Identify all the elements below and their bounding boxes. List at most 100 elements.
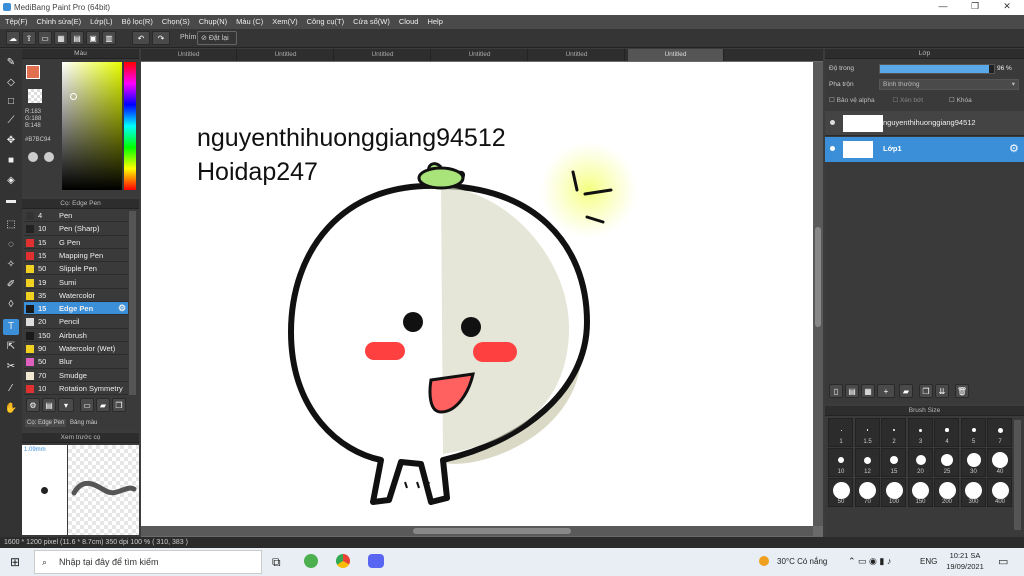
palette-add-icon[interactable] xyxy=(44,152,54,162)
clock-date[interactable]: 19/09/2021 xyxy=(944,562,986,571)
windows-start-icon[interactable]: ⊞ xyxy=(10,555,20,569)
brush-folder-icon[interactable]: ▰ xyxy=(96,398,110,412)
brush-add-menu-icon[interactable]: ▾ xyxy=(58,398,74,412)
hue-slider[interactable] xyxy=(124,62,136,190)
brush-item[interactable]: 70 Smudge xyxy=(24,369,128,382)
brush-size-scrollbar[interactable] xyxy=(1014,420,1021,530)
menu-cloud[interactable]: Cloud xyxy=(394,15,423,26)
brush-size-cell[interactable]: 1 xyxy=(828,418,853,447)
tab-document[interactable]: Untitled xyxy=(335,49,431,61)
brush-item[interactable]: 19 Sumi xyxy=(24,276,128,289)
brush-size-cell[interactable]: 2 xyxy=(881,418,906,447)
brush-item[interactable]: 50 Slipple Pen xyxy=(24,262,128,276)
chrome-icon[interactable] xyxy=(336,554,350,568)
brush-size-cell[interactable]: 25 xyxy=(934,448,959,477)
brush-size-cell[interactable]: 3 xyxy=(907,418,933,447)
brush-size-cell[interactable]: 15 xyxy=(881,448,906,477)
menu-color[interactable]: Màu (C) xyxy=(231,15,267,26)
taskbar-search[interactable]: ⌕ Nhập tại đây để tìm kiếm xyxy=(34,550,262,574)
menu-file[interactable]: Tệp(F) xyxy=(0,15,32,26)
magic-wand-icon[interactable]: ✧ xyxy=(3,257,19,273)
menu-tools[interactable]: Công cụ(T) xyxy=(302,15,349,26)
canvas-horizontal-scrollbar[interactable] xyxy=(141,526,813,536)
brush-add-icon[interactable]: ▤ xyxy=(42,398,56,412)
brush-item[interactable]: 150 Airbrush xyxy=(24,329,128,342)
move-tool-icon[interactable]: ✥ xyxy=(3,133,19,149)
maximize-button[interactable]: ❐ xyxy=(960,1,990,14)
discord-icon[interactable] xyxy=(368,554,384,568)
brush-item[interactable]: 10 Rotation Symmetry xyxy=(24,382,128,395)
brush-item[interactable]: 20 Pencil xyxy=(24,315,128,329)
rect-tool-icon[interactable]: □ xyxy=(3,94,19,110)
eye-icon[interactable] xyxy=(830,146,835,151)
weather-sun-icon[interactable] xyxy=(759,556,769,566)
weather-text[interactable]: 30°C Có nắng xyxy=(777,557,827,566)
select-eraser-icon[interactable]: ◊ xyxy=(3,297,19,313)
brush-size-cell[interactable]: 7 xyxy=(987,418,1012,447)
brush-size-cell[interactable]: 20 xyxy=(907,448,933,477)
eyedropper-icon[interactable]: ⁄ xyxy=(3,381,19,397)
transparent-color[interactable] xyxy=(28,89,42,103)
tab-document[interactable]: Untitled xyxy=(141,49,237,61)
eraser-tool-icon[interactable]: ◇ xyxy=(3,75,19,91)
brush-size-cell[interactable]: 5 xyxy=(960,418,986,447)
minimize-button[interactable]: — xyxy=(928,1,958,14)
menu-layer[interactable]: Lớp(L) xyxy=(85,15,116,26)
menu-snap[interactable]: Chụp(N) xyxy=(194,15,231,26)
protect-alpha-checkbox[interactable]: ☐ xyxy=(829,97,837,104)
brush-item[interactable]: 15 Mapping Pen xyxy=(24,249,128,263)
gear-icon[interactable]: ⚙ xyxy=(1009,142,1019,155)
select-pen-icon[interactable]: ✐ xyxy=(3,277,19,293)
foreground-color[interactable] xyxy=(26,65,40,79)
layout-icon[interactable]: ▥ xyxy=(102,31,116,45)
hand-tool-icon[interactable]: ✋ xyxy=(3,401,19,417)
brush-size-cell[interactable]: 100 xyxy=(881,478,906,507)
merge-layer-icon[interactable]: ⇊ xyxy=(935,384,949,398)
vertical-scroll-thumb[interactable] xyxy=(815,227,821,327)
bucket-tool-icon[interactable]: ◈ xyxy=(3,173,19,189)
brush-item[interactable]: 10 Pen (Sharp) xyxy=(24,222,128,236)
brush-settings-icon[interactable]: ⚙ xyxy=(26,398,40,412)
brush-item-selected[interactable]: 15 Edge Pen ⚙ xyxy=(24,302,128,316)
frame-icon[interactable]: ▣ xyxy=(86,31,100,45)
select-tool-icon[interactable]: ⬚ xyxy=(3,217,19,233)
menu-window[interactable]: Cửa sổ(W) xyxy=(348,15,394,26)
trash-icon[interactable]: 🗑 xyxy=(955,384,969,398)
lasso-tool-icon[interactable]: ◌ xyxy=(3,237,19,253)
fill-rect-tool-icon[interactable]: ■ xyxy=(3,153,19,169)
tab-document[interactable]: Untitled xyxy=(432,49,528,61)
add-layer-menu-icon[interactable]: + xyxy=(877,384,895,398)
horizontal-scroll-thumb[interactable] xyxy=(413,528,571,534)
menu-help[interactable]: Help xyxy=(422,15,446,26)
brush-size-cell[interactable]: 150 xyxy=(907,478,933,507)
brush-export-icon[interactable]: ▭ xyxy=(80,398,94,412)
language-indicator[interactable]: ENG xyxy=(920,557,937,566)
brush-item[interactable]: 35 Watercolor xyxy=(24,289,128,303)
gradient-tool-icon[interactable]: ▬ xyxy=(3,193,19,209)
new-halftone-layer-icon[interactable]: ▤ xyxy=(845,384,859,398)
drawing-canvas[interactable]: nguyenthihuonggiang94512 Hoidap247 xyxy=(141,62,813,526)
lock-checkbox[interactable]: ☐ xyxy=(949,97,957,104)
clock-time[interactable]: 10:21 SA xyxy=(948,551,982,560)
tab-document-active[interactable]: Untitled xyxy=(628,49,724,61)
brush-size-cell[interactable]: 4 xyxy=(934,418,959,447)
brush-size-cell[interactable]: 10 xyxy=(828,448,853,477)
brush-size-cell[interactable]: 50 xyxy=(828,478,853,507)
brush-size-cell[interactable]: 1.5 xyxy=(854,418,880,447)
brush-size-cell[interactable]: 200 xyxy=(934,478,959,507)
brush-item[interactable]: 4 Pen xyxy=(24,209,128,223)
tab-document[interactable]: Untitled xyxy=(529,49,625,61)
new-8bit-layer-icon[interactable]: ▦ xyxy=(861,384,875,398)
tab-brush[interactable]: Cọ: Edge Pen xyxy=(25,419,67,427)
folder-icon[interactable]: ▰ xyxy=(899,384,913,398)
menu-view[interactable]: Xem(V) xyxy=(267,15,301,26)
layer-row[interactable]: nguyenthihuonggiang94512 xyxy=(825,111,1024,136)
brush-tool-icon[interactable]: ✎ xyxy=(3,55,19,71)
brush-item[interactable]: 15 G Pen xyxy=(24,236,128,249)
reset-button[interactable]: ⊘ Đặt lại xyxy=(197,31,237,45)
canvas-vertical-scrollbar[interactable] xyxy=(813,62,823,526)
save-icon[interactable]: ⇪ xyxy=(22,31,36,45)
brush-item[interactable]: 90 Watercolor (Wet) xyxy=(24,342,128,356)
brush-size-cell[interactable]: 40 xyxy=(987,448,1012,477)
tab-palette[interactable]: Bảng màu xyxy=(70,420,97,426)
